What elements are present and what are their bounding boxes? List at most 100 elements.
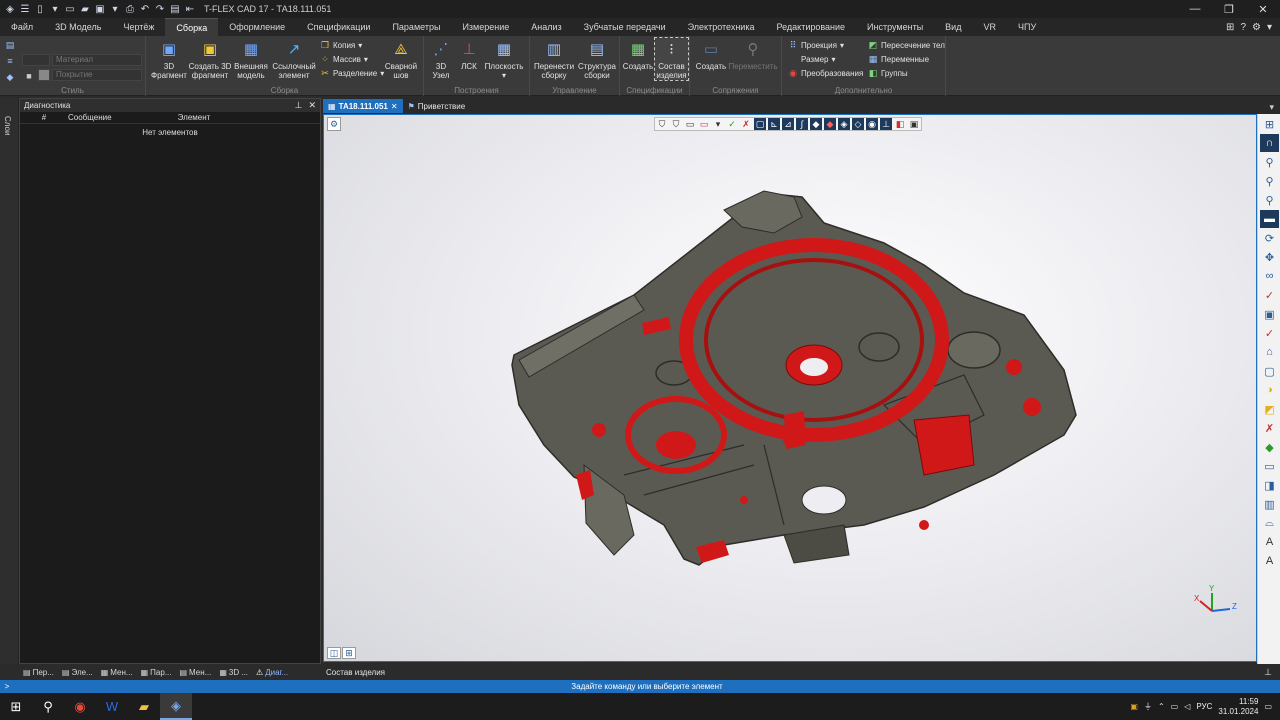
box-icon[interactable]: ▢ <box>1260 362 1279 380</box>
tab-drawing[interactable]: Чертёж <box>112 18 165 36</box>
layout-icon[interactable]: ⊞ <box>1226 22 1234 33</box>
text-icon[interactable]: A <box>1260 533 1279 551</box>
style-color-icon[interactable]: ◆ <box>5 72 15 82</box>
tab-tools[interactable]: Инструменты <box>856 18 934 36</box>
3d-viewport[interactable]: ⚙ ⛉ ⛉ ▭ ▭ ▾ ✓ ✗ ▢ ⊾ ⊿ ∫ ◆ ◆ ◈ ◇ ◉ ⊥ ◧ ▣ <box>323 114 1257 662</box>
sphere-icon[interactable]: ◑ <box>1260 381 1279 399</box>
tflex-taskbar-icon[interactable]: ◈ <box>160 693 192 720</box>
magnet-icon[interactable]: ∩ <box>1260 134 1279 152</box>
color-swatch-icon[interactable]: ■ <box>24 71 34 81</box>
redo-icon[interactable]: ↷ <box>154 3 166 15</box>
linked-element-button[interactable]: ↗ Ссылочный элемент <box>270 38 318 81</box>
lcs-button[interactable]: ⊥ ЛСК <box>456 38 482 72</box>
tab-parameters[interactable]: Параметры <box>381 18 451 36</box>
weld-button[interactable]: ⟁ Сварной шов <box>382 38 420 81</box>
panel-tab-2[interactable]: ▤ Эле... <box>58 668 97 677</box>
panel-tab-4[interactable]: ▦ Пар... <box>137 668 176 677</box>
style-layer-icon[interactable]: ▤ <box>5 40 15 50</box>
save-icon[interactable]: ▣ <box>94 3 106 15</box>
camera-icon[interactable]: ◨ <box>1260 476 1279 494</box>
menu-icon[interactable]: ☰ <box>19 3 31 15</box>
axis-icon[interactable]: ✗ <box>1260 419 1279 437</box>
panel-tab-1[interactable]: ▤ Пер... <box>19 668 58 677</box>
language-indicator[interactable]: РУС <box>1196 702 1212 711</box>
panel-tab-3[interactable]: ▦ Мен... <box>97 668 137 677</box>
restore-button[interactable]: ❐ <box>1212 0 1246 18</box>
fragment-3d-button[interactable]: ▣ 3D Фрагмент <box>150 38 188 81</box>
create-spec-button[interactable]: ▦ Создать <box>622 38 654 72</box>
tab-file[interactable]: Файл <box>0 18 44 36</box>
tab-annotation[interactable]: Оформление <box>218 18 296 36</box>
check-icon[interactable]: ✓ <box>1260 286 1279 304</box>
tab-view[interactable]: Вид <box>934 18 972 36</box>
explorer-icon[interactable]: ▰ <box>128 693 160 720</box>
bom-pin-icon[interactable]: ⊥ <box>1264 667 1280 678</box>
tab-measure[interactable]: Измерение <box>451 18 520 36</box>
bom-panel-title[interactable]: Состав изделия <box>326 668 385 677</box>
network-icon[interactable]: ▭ <box>1171 702 1179 711</box>
ribbon-minimize-icon[interactable]: ▾ <box>1267 22 1272 33</box>
tab-assembly[interactable]: Сборка <box>165 18 219 36</box>
frame-icon[interactable]: ▥ <box>1260 495 1279 513</box>
print-icon[interactable]: ⎙ <box>124 3 136 15</box>
panel-tab-5[interactable]: ▤ Мен... <box>175 668 215 677</box>
panel-close-icon[interactable]: ✕ <box>308 100 316 111</box>
volume-icon[interactable]: ◁ <box>1184 702 1190 711</box>
move-mate-button[interactable]: ⚲ Переместить <box>728 38 778 72</box>
create-mate-button[interactable]: ▭ Создать <box>694 38 728 72</box>
array-button[interactable]: ⁘ Массив ▾ <box>320 53 368 66</box>
render-icon[interactable]: ⌓ <box>1260 514 1279 532</box>
windows-start-icon[interactable]: ⊞ <box>0 693 32 720</box>
copy-button[interactable]: ❐ Копия ▾ <box>320 39 362 52</box>
split-view-icon[interactable]: ◫ <box>327 647 341 659</box>
notification-icon[interactable]: ▭ <box>1264 702 1272 711</box>
pin-icon[interactable]: ⊥ <box>295 100 303 111</box>
split-button[interactable]: ✂ Разделение ▾ <box>320 67 384 80</box>
zoom-in-icon[interactable]: ⚲ <box>1260 172 1279 190</box>
material-field[interactable]: Материал <box>52 54 142 66</box>
3d-model-housing[interactable]: Y Z X <box>324 115 1257 662</box>
tray-chevron-icon[interactable]: ⌃ <box>1158 702 1165 711</box>
panel-tab-6[interactable]: ▦ 3D ... <box>215 668 252 677</box>
new-dropdown-icon[interactable]: ▾ <box>49 3 61 15</box>
move-assembly-button[interactable]: ▥ Перенести сборку <box>532 38 576 81</box>
tabs-dropdown-icon[interactable]: ▾ <box>1269 102 1280 113</box>
intersection-button[interactable]: ◩ Пересечение тел <box>868 39 945 52</box>
app-logo-icon[interactable]: ◈ <box>4 3 16 15</box>
glasses-icon[interactable]: ∞ <box>1260 267 1279 285</box>
rotate-icon[interactable]: ⟳ <box>1260 229 1279 247</box>
new-file-icon[interactable]: ▯ <box>34 3 46 15</box>
settings-icon[interactable]: ⚙ <box>1252 22 1261 33</box>
tab-analysis[interactable]: Анализ <box>520 18 572 36</box>
doc-tab-close-icon[interactable]: ✕ <box>391 102 398 111</box>
grid-view-icon[interactable]: ⊞ <box>342 647 356 659</box>
undo-icon[interactable]: ↶ <box>139 3 151 15</box>
column-element[interactable]: Элемент <box>134 113 254 122</box>
display-mode-icon[interactable]: ▬ <box>1260 210 1279 228</box>
help-icon[interactable]: ? <box>1240 22 1246 33</box>
style-level-field[interactable] <box>22 54 50 66</box>
tab-specifications[interactable]: Спецификации <box>296 18 381 36</box>
doc-tab-welcome[interactable]: ⚑ Приветствие <box>403 99 471 113</box>
search-icon[interactable]: ⚲ <box>32 693 64 720</box>
layer-icon[interactable]: ◩ <box>1260 400 1279 418</box>
tab-vr[interactable]: VR <box>972 18 1007 36</box>
close-button[interactable]: ✕ <box>1246 0 1280 18</box>
save-dropdown-icon[interactable]: ▾ <box>109 3 121 15</box>
node-3d-button[interactable]: ⋰ 3D Узел <box>426 38 456 81</box>
tab-gears[interactable]: Зубчатые передачи <box>573 18 677 36</box>
tab-cnc[interactable]: ЧПУ <box>1007 18 1047 36</box>
size-button[interactable]: Размер ▾ <box>788 53 836 66</box>
views-icon[interactable]: ⊞ <box>1260 115 1279 133</box>
tray-usb-icon[interactable]: ⏚ <box>1144 701 1152 712</box>
tab-editing[interactable]: Редактирование <box>765 18 856 36</box>
command-arrow[interactable]: > <box>0 682 14 691</box>
coating-field[interactable]: Покрытие <box>52 69 142 81</box>
create-fragment-button[interactable]: ▣ Создать 3D фрагмент <box>188 38 232 81</box>
doc-tab-model[interactable]: ▦ ТА18.111.051 ✕ <box>323 99 403 113</box>
document-icon[interactable]: ▤ <box>169 3 181 15</box>
new-doc-icon[interactable]: ▭ <box>64 3 76 15</box>
measure-icon[interactable]: ▭ <box>1260 457 1279 475</box>
validate-icon[interactable]: ✓ <box>1260 324 1279 342</box>
chrome-icon[interactable]: ◉ <box>64 693 96 720</box>
